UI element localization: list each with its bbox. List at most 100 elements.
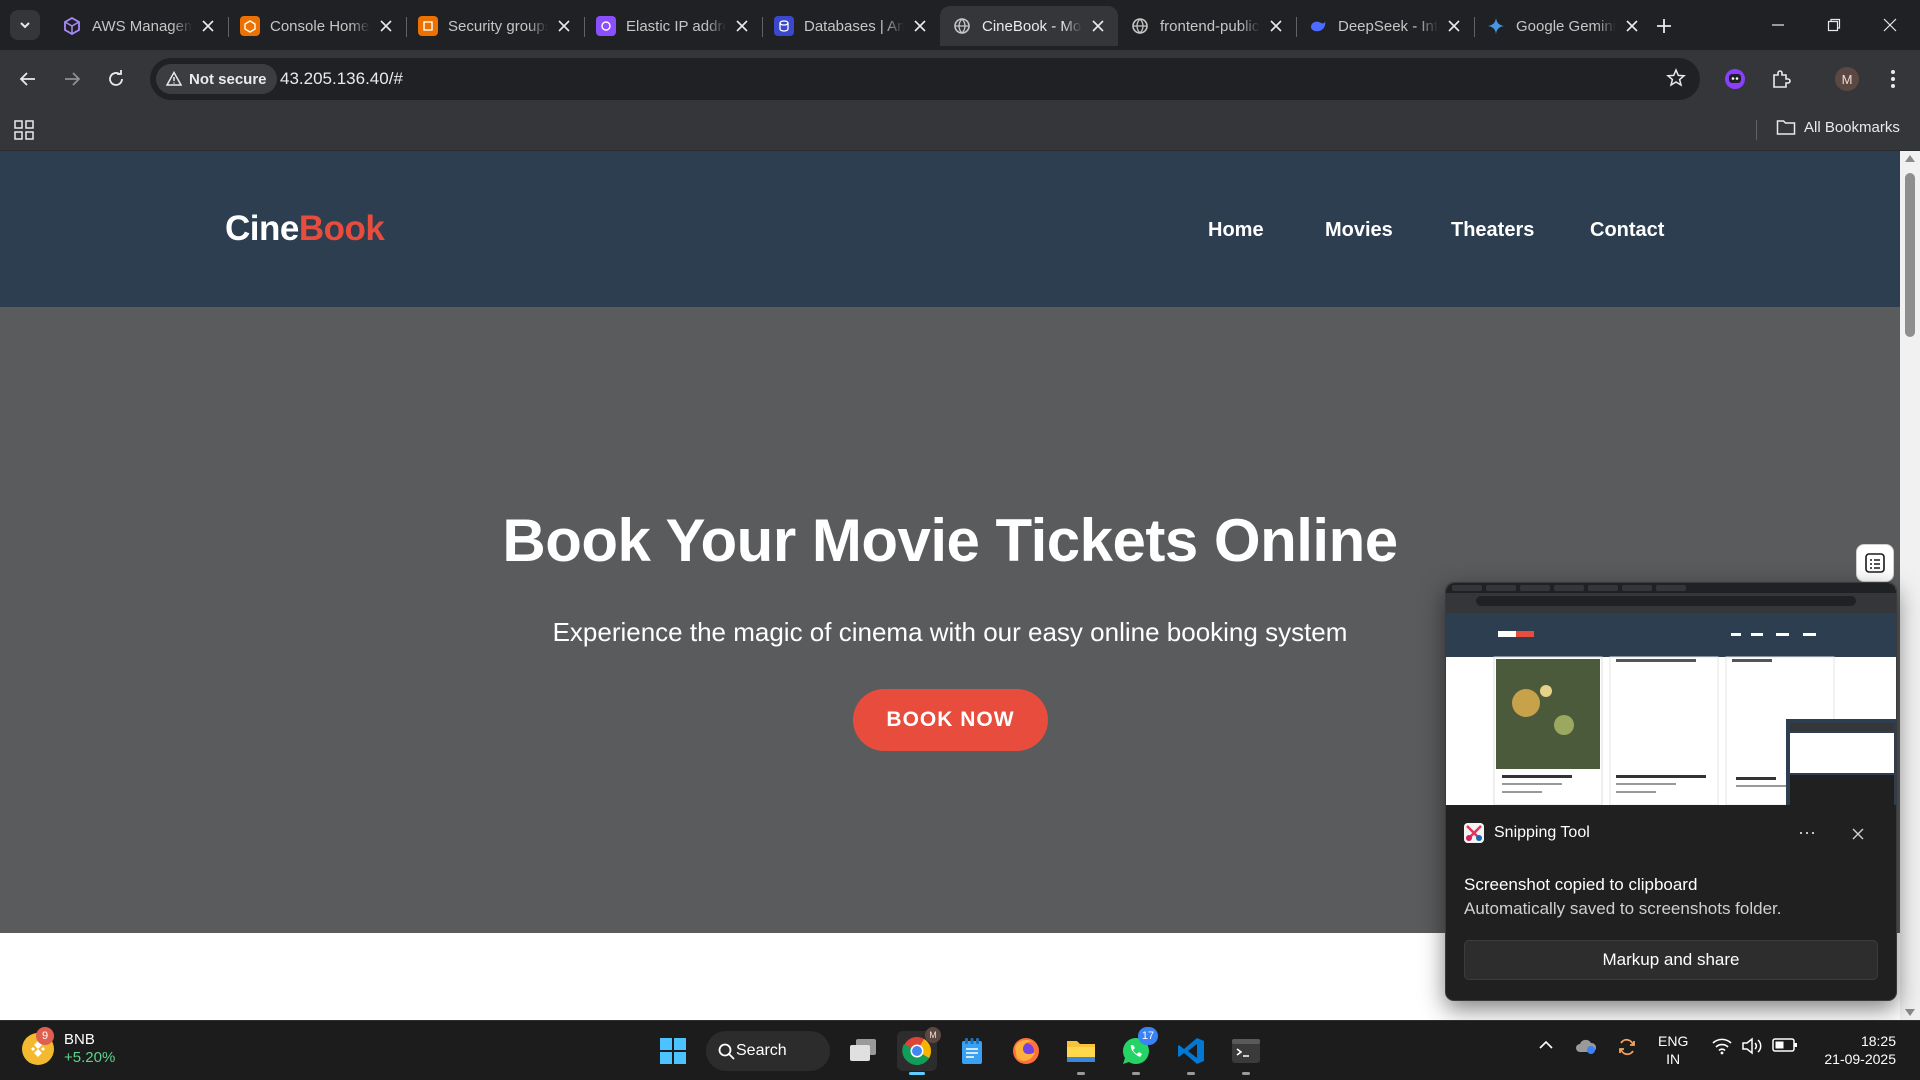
taskbar-firefox[interactable] xyxy=(1006,1031,1046,1071)
arrow-left-icon xyxy=(19,72,35,86)
minimize-button[interactable] xyxy=(1750,0,1806,50)
close-icon[interactable] xyxy=(910,16,930,36)
tab-aws-management[interactable]: AWS Management Console xyxy=(50,6,229,46)
close-icon[interactable] xyxy=(198,16,218,36)
arrow-right-icon xyxy=(65,72,81,86)
nav-movies[interactable]: Movies xyxy=(1325,219,1393,242)
close-icon[interactable] xyxy=(732,16,752,36)
task-view-icon xyxy=(850,1039,876,1061)
taskbar-chrome[interactable]: M xyxy=(897,1027,941,1075)
sync-icon[interactable] xyxy=(1617,1037,1637,1062)
page-scrollbar[interactable] xyxy=(1900,151,1920,1020)
taskbar-file-explorer[interactable] xyxy=(1061,1031,1101,1075)
tab-gemini[interactable]: Google Gemini xyxy=(1474,6,1652,46)
extension-assistant-icon[interactable] xyxy=(1722,66,1748,92)
tab-title: Elastic IP addresses xyxy=(626,17,726,35)
toast-subtitle: Automatically saved to screenshots folde… xyxy=(1464,899,1782,918)
snipping-tool-icon xyxy=(1464,823,1484,843)
toast-app-name: Snipping Tool xyxy=(1494,824,1590,841)
tab-frontend-public[interactable]: frontend-public xyxy=(1118,6,1297,46)
close-icon[interactable] xyxy=(1266,16,1286,36)
close-icon[interactable] xyxy=(1088,16,1108,36)
new-tab-button[interactable] xyxy=(1650,12,1678,40)
close-icon[interactable] xyxy=(1444,16,1464,36)
back-button[interactable] xyxy=(12,63,44,95)
site-logo[interactable]: CineBook xyxy=(225,209,385,249)
onedrive-cloud-icon[interactable] xyxy=(1575,1037,1597,1060)
close-icon[interactable] xyxy=(1852,827,1864,845)
site-info-chip[interactable]: Not secure xyxy=(156,64,277,94)
url-text[interactable]: 43.205.136.40/# xyxy=(280,69,403,89)
taskbar-whatsapp[interactable]: 17 xyxy=(1116,1027,1158,1075)
all-bookmarks-label: All Bookmarks xyxy=(1804,118,1900,136)
system-clock[interactable]: 18:25 21-09-2025 xyxy=(1806,1032,1896,1068)
snipping-tool-notification: Snipping Tool ⋯ Screenshot copied to cli… xyxy=(1445,582,1897,1001)
aws-cube-icon xyxy=(62,16,82,36)
all-bookmarks-button[interactable]: All Bookmarks xyxy=(1776,118,1900,136)
nav-home[interactable]: Home xyxy=(1208,219,1264,242)
address-bar[interactable]: Not secure 43.205.136.40/# xyxy=(150,58,1700,100)
close-icon[interactable] xyxy=(554,16,574,36)
tab-cinebook[interactable]: CineBook - Movie Booking xyxy=(940,6,1118,46)
nav-contact[interactable]: Contact xyxy=(1590,219,1664,242)
book-now-button[interactable]: BOOK NOW xyxy=(853,689,1048,751)
security-label: Not secure xyxy=(189,70,267,88)
start-button[interactable] xyxy=(653,1031,693,1071)
snipping-capture-button[interactable] xyxy=(1856,544,1894,582)
apps-grid-icon[interactable] xyxy=(14,120,34,145)
tab-security-groups[interactable]: Security groups xyxy=(406,6,585,46)
tab-title: Databases | Amazon RDS xyxy=(804,17,904,35)
browser-menu-button[interactable] xyxy=(1880,66,1906,92)
chevron-up-icon[interactable] xyxy=(1538,1037,1554,1058)
battery-icon[interactable] xyxy=(1772,1037,1798,1058)
widgets-button[interactable]: 9 BNB +5.20% xyxy=(22,1027,116,1067)
extensions-puzzle-icon[interactable] xyxy=(1768,66,1794,92)
search-icon xyxy=(718,1043,735,1060)
running-indicator xyxy=(909,1072,925,1075)
bookmarks-bar: All Bookmarks xyxy=(0,108,1920,151)
language-indicator[interactable]: ENG IN xyxy=(1658,1032,1688,1068)
aws-ec2-icon xyxy=(418,16,438,36)
tab-list: AWS Management Console Console Home Secu… xyxy=(50,6,1652,50)
close-icon[interactable] xyxy=(376,16,396,36)
scroll-down-arrow-icon[interactable] xyxy=(1905,1009,1915,1016)
widget-change: +5.20% xyxy=(64,1049,116,1066)
nav-theaters[interactable]: Theaters xyxy=(1451,219,1534,242)
taskbar-search[interactable]: Search xyxy=(706,1031,830,1071)
tab-title: Security groups xyxy=(448,17,548,35)
tab-title: AWS Management Console xyxy=(92,17,192,35)
unread-badge: 17 xyxy=(1138,1027,1158,1045)
restore-button[interactable] xyxy=(1806,0,1862,50)
bookmark-star-icon[interactable] xyxy=(1666,68,1686,93)
taskbar-vscode[interactable] xyxy=(1171,1031,1211,1075)
running-indicator xyxy=(1132,1072,1140,1075)
globe-icon xyxy=(1130,16,1150,36)
taskbar-notepad[interactable] xyxy=(952,1031,992,1071)
site-header: CineBook Home Movies Theaters Contact xyxy=(0,151,1900,307)
tab-console-home[interactable]: Console Home xyxy=(228,6,407,46)
screenshot-thumbnail[interactable] xyxy=(1446,583,1896,805)
tab-deepseek[interactable]: DeepSeek - Into the Unknown xyxy=(1296,6,1475,46)
windows-logo-icon xyxy=(660,1038,686,1064)
tab-title: Console Home xyxy=(270,17,370,35)
wifi-icon[interactable] xyxy=(1712,1037,1732,1060)
task-view-button[interactable] xyxy=(843,1031,883,1071)
tab-elastic-ip[interactable]: Elastic IP addresses xyxy=(584,6,763,46)
scroll-thumb[interactable] xyxy=(1905,173,1915,337)
tab-search-button[interactable] xyxy=(10,10,40,40)
close-icon[interactable] xyxy=(1622,16,1642,36)
taskbar-terminal[interactable] xyxy=(1226,1031,1266,1075)
forward-button[interactable] xyxy=(56,63,88,95)
language-code: ENG xyxy=(1658,1033,1689,1049)
markup-and-share-button[interactable]: Markup and share xyxy=(1464,940,1878,980)
tab-databases[interactable]: Databases | Amazon RDS xyxy=(762,6,940,46)
running-indicator xyxy=(1077,1072,1085,1075)
profile-avatar[interactable]: M xyxy=(1834,66,1860,92)
close-window-button[interactable] xyxy=(1862,0,1918,50)
more-options-icon[interactable]: ⋯ xyxy=(1798,823,1817,844)
reload-button[interactable] xyxy=(100,63,132,95)
hero-title: Book Your Movie Tickets Online xyxy=(502,507,1398,574)
logo-part-cine: Cine xyxy=(225,209,299,248)
volume-icon[interactable] xyxy=(1741,1037,1763,1060)
scroll-up-arrow-icon[interactable] xyxy=(1905,155,1915,162)
